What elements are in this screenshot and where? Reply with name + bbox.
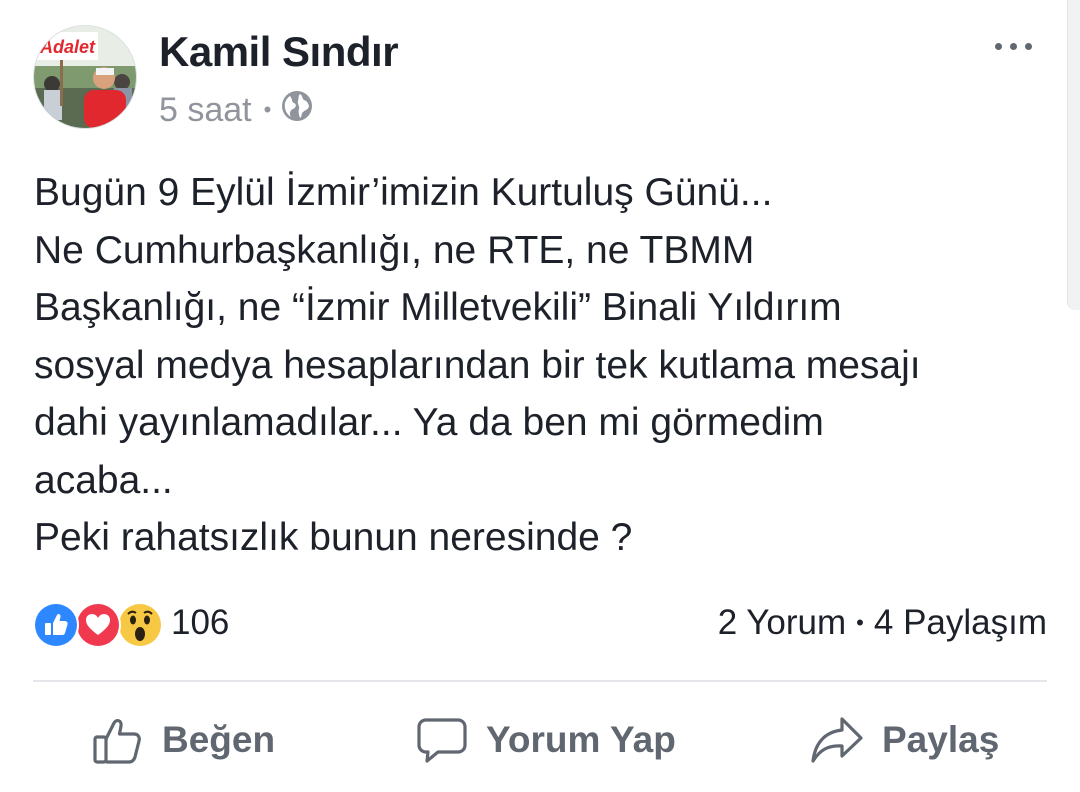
globe-icon [281, 90, 313, 131]
stats-separator: • [856, 610, 864, 635]
scrollbar[interactable] [1067, 0, 1080, 310]
more-options-icon[interactable] [995, 28, 1032, 64]
avatar-banner-text: Adalet [39, 37, 96, 57]
avatar[interactable]: Adalet [33, 25, 137, 129]
facebook-post: Adalet Kamil Sındır 5 saat • Bugün 9 Eyl… [0, 0, 1080, 792]
reaction-count: 106 [171, 603, 230, 642]
share-arrow-icon [810, 714, 864, 766]
post-text-line: Başkanlığı, ne “İzmir Milletvekili” Bina… [34, 286, 842, 329]
author-name[interactable]: Kamil Sındır [159, 28, 399, 76]
post-text-line: acaba... [34, 458, 173, 502]
reaction-icons [33, 600, 163, 648]
like-reaction-icon [33, 602, 79, 648]
wow-reaction-icon [117, 602, 163, 648]
reactions-summary[interactable]: 106 [33, 600, 230, 648]
post-text-line: dahi yayınlamadılar... Ya da ben mi görm… [34, 401, 824, 444]
comment-bubble-icon [416, 714, 468, 766]
comments-count-link[interactable]: 2 Yorum [718, 603, 846, 643]
post-time[interactable]: 5 saat [159, 91, 252, 130]
love-reaction-icon [75, 602, 121, 648]
post-text-line: Peki rahatsızlık bunun neresinde ? [34, 516, 633, 559]
like-button-label: Beğen [162, 719, 276, 760]
post-text-line: sosyal medya hesaplarından bir tek kutla… [34, 343, 921, 387]
post-text-line: Ne Cumhurbaşkanlığı, ne RTE, ne TBMM [34, 228, 755, 272]
avatar-photo: Adalet [34, 26, 136, 128]
comment-button[interactable]: Yorum Yap [416, 700, 676, 780]
comment-button-label: Yorum Yap [486, 719, 676, 760]
meta-separator: • [263, 97, 272, 122]
like-button[interactable]: Beğen [92, 700, 275, 780]
post-text: Bugün 9 Eylül İzmir’imizin Kurtuluş Günü… [34, 164, 1054, 567]
divider [33, 680, 1047, 682]
shares-count-link[interactable]: 4 Paylaşım [874, 603, 1047, 643]
post-stats: 2 Yorum • 4 Paylaşım [718, 600, 1047, 646]
thumbs-up-icon [92, 714, 144, 766]
share-button-label: Paylaş [882, 719, 1000, 760]
share-button[interactable]: Paylaş [810, 700, 999, 780]
action-bar: Beğen Yorum Yap Paylaş [0, 700, 1080, 780]
post-text-line: Bugün 9 Eylül İzmir’imizin Kurtuluş Günü… [34, 171, 773, 214]
post-meta: 5 saat • [159, 88, 313, 132]
